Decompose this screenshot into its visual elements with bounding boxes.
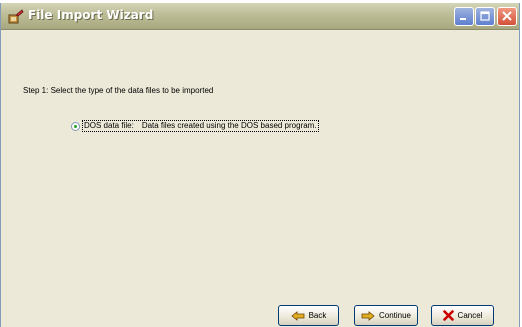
continue-arrow-icon <box>361 310 375 321</box>
continue-label: Continue <box>378 311 412 320</box>
wizard-icon <box>8 9 24 24</box>
option-description: Data files created using the DOS based p… <box>141 121 317 130</box>
dos-data-file-radio[interactable] <box>71 122 80 131</box>
maximize-button[interactable] <box>475 7 495 26</box>
back-button[interactable]: Back <box>278 305 339 326</box>
maximize-icon <box>480 11 490 21</box>
option-name: DOS data file: <box>84 121 134 130</box>
dos-data-file-label[interactable]: DOS data file: Data files created using t… <box>82 120 319 132</box>
cancel-button[interactable]: Cancel <box>431 305 494 326</box>
minimize-icon <box>460 18 466 20</box>
step-instruction: Step 1: Select the type of the data file… <box>23 86 214 95</box>
window-title: File Import Wizard <box>28 8 154 22</box>
minimize-button[interactable] <box>454 7 474 26</box>
cancel-label: Cancel <box>457 311 483 320</box>
title-bar[interactable]: File Import Wizard <box>1 3 519 30</box>
radio-selected-dot <box>74 125 77 128</box>
import-wizard-window: File Import Wizard Step 1: Select the ty… <box>0 3 520 327</box>
close-icon <box>502 11 512 21</box>
back-label: Back <box>308 311 327 320</box>
cancel-x-icon <box>442 310 454 321</box>
back-arrow-icon <box>290 310 304 321</box>
continue-button[interactable]: Continue <box>354 305 418 326</box>
close-button[interactable] <box>497 7 517 26</box>
